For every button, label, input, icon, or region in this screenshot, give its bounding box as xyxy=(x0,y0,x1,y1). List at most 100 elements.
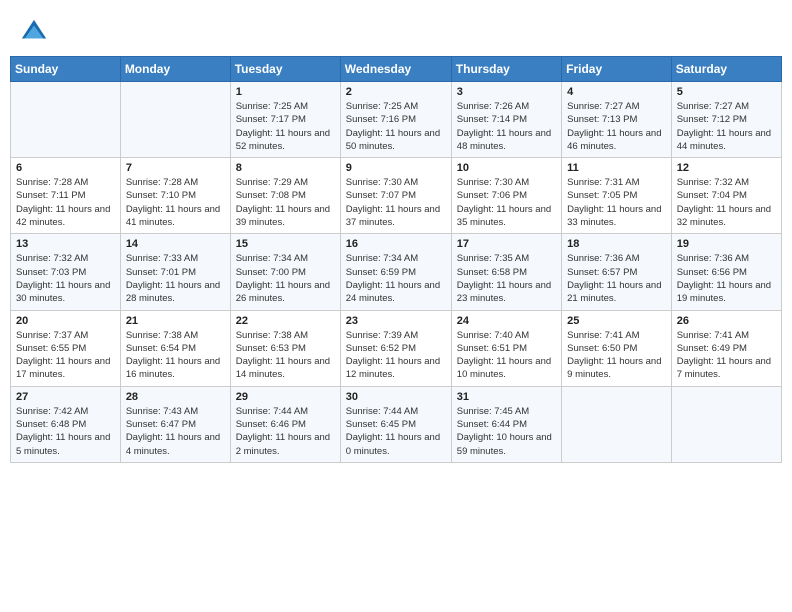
day-number: 25 xyxy=(567,315,666,327)
calendar-cell: 22 Sunrise: 7:38 AM Sunset: 6:53 PM Dayli… xyxy=(230,310,340,386)
day-number: 19 xyxy=(677,238,776,250)
day-number: 4 xyxy=(567,86,666,98)
calendar-cell: 29 Sunrise: 7:44 AM Sunset: 6:46 PM Dayli… xyxy=(230,386,340,462)
calendar-cell: 13 Sunrise: 7:32 AM Sunset: 7:03 PM Dayli… xyxy=(11,234,121,310)
calendar-cell: 25 Sunrise: 7:41 AM Sunset: 6:50 PM Dayli… xyxy=(562,310,672,386)
calendar-cell: 15 Sunrise: 7:34 AM Sunset: 7:00 PM Dayli… xyxy=(230,234,340,310)
calendar-cell: 10 Sunrise: 7:30 AM Sunset: 7:06 PM Dayli… xyxy=(451,158,561,234)
calendar-cell: 6Sunrise: 7:28 AM Sunset: 7:11 PM Daylig… xyxy=(11,158,121,234)
col-header-wednesday: Wednesday xyxy=(340,57,451,82)
col-header-monday: Monday xyxy=(120,57,230,82)
day-number: 18 xyxy=(567,238,666,250)
calendar-cell: 5 Sunrise: 7:27 AM Sunset: 7:12 PM Daylig… xyxy=(671,82,781,158)
day-number: 28 xyxy=(126,391,225,403)
day-number: 3 xyxy=(457,86,556,98)
calendar-cell: 2Sunrise: 7:25 AM Sunset: 7:16 PM Daylig… xyxy=(340,82,451,158)
calendar-cell: 18 Sunrise: 7:36 AM Sunset: 6:57 PM Dayli… xyxy=(562,234,672,310)
day-info: Sunrise: 7:27 AM Sunset: 7:12 PM Dayligh… xyxy=(677,100,776,153)
calendar-cell: 12 Sunrise: 7:32 AM Sunset: 7:04 PM Dayli… xyxy=(671,158,781,234)
day-info: Sunrise: 7:38 AM Sunset: 6:54 PM Dayligh… xyxy=(126,329,225,382)
day-info: Sunrise: 7:30 AM Sunset: 7:07 PM Dayligh… xyxy=(346,176,446,229)
calendar-table: SundayMondayTuesdayWednesdayThursdayFrid… xyxy=(10,56,782,463)
day-number: 16 xyxy=(346,238,446,250)
page-header xyxy=(10,10,782,50)
day-info: Sunrise: 7:28 AM Sunset: 7:11 PM Dayligh… xyxy=(16,176,115,229)
day-number: 22 xyxy=(236,315,335,327)
day-info: Sunrise: 7:40 AM Sunset: 6:51 PM Dayligh… xyxy=(457,329,556,382)
calendar-cell: 14 Sunrise: 7:33 AM Sunset: 7:01 PM Dayli… xyxy=(120,234,230,310)
day-info: Sunrise: 7:27 AM Sunset: 7:13 PM Dayligh… xyxy=(567,100,666,153)
day-info: Sunrise: 7:38 AM Sunset: 6:53 PM Dayligh… xyxy=(236,329,335,382)
day-number: 8 xyxy=(236,162,335,174)
day-number: 13 xyxy=(16,238,115,250)
day-number: 15 xyxy=(236,238,335,250)
day-info: Sunrise: 7:29 AM Sunset: 7:08 PM Dayligh… xyxy=(236,176,335,229)
calendar-cell xyxy=(671,386,781,462)
day-info: Sunrise: 7:32 AM Sunset: 7:03 PM Dayligh… xyxy=(16,252,115,305)
day-info: Sunrise: 7:35 AM Sunset: 6:58 PM Dayligh… xyxy=(457,252,556,305)
day-info: Sunrise: 7:36 AM Sunset: 6:56 PM Dayligh… xyxy=(677,252,776,305)
calendar-cell: 3 Sunrise: 7:26 AM Sunset: 7:14 PM Daylig… xyxy=(451,82,561,158)
day-info: Sunrise: 7:43 AM Sunset: 6:47 PM Dayligh… xyxy=(126,405,225,458)
day-number: 1 xyxy=(236,86,335,98)
day-info: Sunrise: 7:25 AM Sunset: 7:16 PM Dayligh… xyxy=(346,100,446,153)
logo-icon xyxy=(20,18,48,46)
col-header-thursday: Thursday xyxy=(451,57,561,82)
day-number: 7 xyxy=(126,162,225,174)
day-number: 12 xyxy=(677,162,776,174)
calendar-cell: 11 Sunrise: 7:31 AM Sunset: 7:05 PM Dayli… xyxy=(562,158,672,234)
day-number: 17 xyxy=(457,238,556,250)
calendar-header-row: SundayMondayTuesdayWednesdayThursdayFrid… xyxy=(11,57,782,82)
day-info: Sunrise: 7:34 AM Sunset: 6:59 PM Dayligh… xyxy=(346,252,446,305)
col-header-friday: Friday xyxy=(562,57,672,82)
day-number: 26 xyxy=(677,315,776,327)
calendar-cell: 23Sunrise: 7:39 AM Sunset: 6:52 PM Dayli… xyxy=(340,310,451,386)
day-info: Sunrise: 7:32 AM Sunset: 7:04 PM Dayligh… xyxy=(677,176,776,229)
day-info: Sunrise: 7:28 AM Sunset: 7:10 PM Dayligh… xyxy=(126,176,225,229)
day-number: 29 xyxy=(236,391,335,403)
day-info: Sunrise: 7:37 AM Sunset: 6:55 PM Dayligh… xyxy=(16,329,115,382)
calendar-cell: 9 Sunrise: 7:30 AM Sunset: 7:07 PM Daylig… xyxy=(340,158,451,234)
day-number: 10 xyxy=(457,162,556,174)
calendar-week-row: 6Sunrise: 7:28 AM Sunset: 7:11 PM Daylig… xyxy=(11,158,782,234)
calendar-cell: 16 Sunrise: 7:34 AM Sunset: 6:59 PM Dayli… xyxy=(340,234,451,310)
calendar-cell: 7 Sunrise: 7:28 AM Sunset: 7:10 PM Daylig… xyxy=(120,158,230,234)
calendar-cell xyxy=(120,82,230,158)
day-info: Sunrise: 7:41 AM Sunset: 6:50 PM Dayligh… xyxy=(567,329,666,382)
day-number: 27 xyxy=(16,391,115,403)
day-number: 9 xyxy=(346,162,446,174)
day-number: 11 xyxy=(567,162,666,174)
calendar-week-row: 1 Sunrise: 7:25 AM Sunset: 7:17 PM Daylig… xyxy=(11,82,782,158)
logo xyxy=(20,18,52,46)
day-number: 21 xyxy=(126,315,225,327)
day-info: Sunrise: 7:33 AM Sunset: 7:01 PM Dayligh… xyxy=(126,252,225,305)
calendar-cell: 20 Sunrise: 7:37 AM Sunset: 6:55 PM Dayli… xyxy=(11,310,121,386)
calendar-cell xyxy=(562,386,672,462)
calendar-cell: 17 Sunrise: 7:35 AM Sunset: 6:58 PM Dayli… xyxy=(451,234,561,310)
calendar-week-row: 20 Sunrise: 7:37 AM Sunset: 6:55 PM Dayli… xyxy=(11,310,782,386)
day-info: Sunrise: 7:36 AM Sunset: 6:57 PM Dayligh… xyxy=(567,252,666,305)
calendar-cell: 31Sunrise: 7:45 AM Sunset: 6:44 PM Dayli… xyxy=(451,386,561,462)
col-header-sunday: Sunday xyxy=(11,57,121,82)
calendar-cell: 21 Sunrise: 7:38 AM Sunset: 6:54 PM Dayli… xyxy=(120,310,230,386)
day-info: Sunrise: 7:42 AM Sunset: 6:48 PM Dayligh… xyxy=(16,405,115,458)
calendar-week-row: 27 Sunrise: 7:42 AM Sunset: 6:48 PM Dayli… xyxy=(11,386,782,462)
day-info: Sunrise: 7:26 AM Sunset: 7:14 PM Dayligh… xyxy=(457,100,556,153)
day-info: Sunrise: 7:44 AM Sunset: 6:46 PM Dayligh… xyxy=(236,405,335,458)
calendar-cell: 1 Sunrise: 7:25 AM Sunset: 7:17 PM Daylig… xyxy=(230,82,340,158)
calendar-cell: 19 Sunrise: 7:36 AM Sunset: 6:56 PM Dayli… xyxy=(671,234,781,310)
day-number: 14 xyxy=(126,238,225,250)
day-info: Sunrise: 7:45 AM Sunset: 6:44 PM Dayligh… xyxy=(457,405,556,458)
day-info: Sunrise: 7:25 AM Sunset: 7:17 PM Dayligh… xyxy=(236,100,335,153)
day-number: 20 xyxy=(16,315,115,327)
day-info: Sunrise: 7:30 AM Sunset: 7:06 PM Dayligh… xyxy=(457,176,556,229)
day-number: 30 xyxy=(346,391,446,403)
day-number: 23 xyxy=(346,315,446,327)
calendar-cell: 4 Sunrise: 7:27 AM Sunset: 7:13 PM Daylig… xyxy=(562,82,672,158)
col-header-saturday: Saturday xyxy=(671,57,781,82)
calendar-cell: 24Sunrise: 7:40 AM Sunset: 6:51 PM Dayli… xyxy=(451,310,561,386)
calendar-cell: 26Sunrise: 7:41 AM Sunset: 6:49 PM Dayli… xyxy=(671,310,781,386)
day-info: Sunrise: 7:34 AM Sunset: 7:00 PM Dayligh… xyxy=(236,252,335,305)
day-number: 5 xyxy=(677,86,776,98)
day-info: Sunrise: 7:31 AM Sunset: 7:05 PM Dayligh… xyxy=(567,176,666,229)
